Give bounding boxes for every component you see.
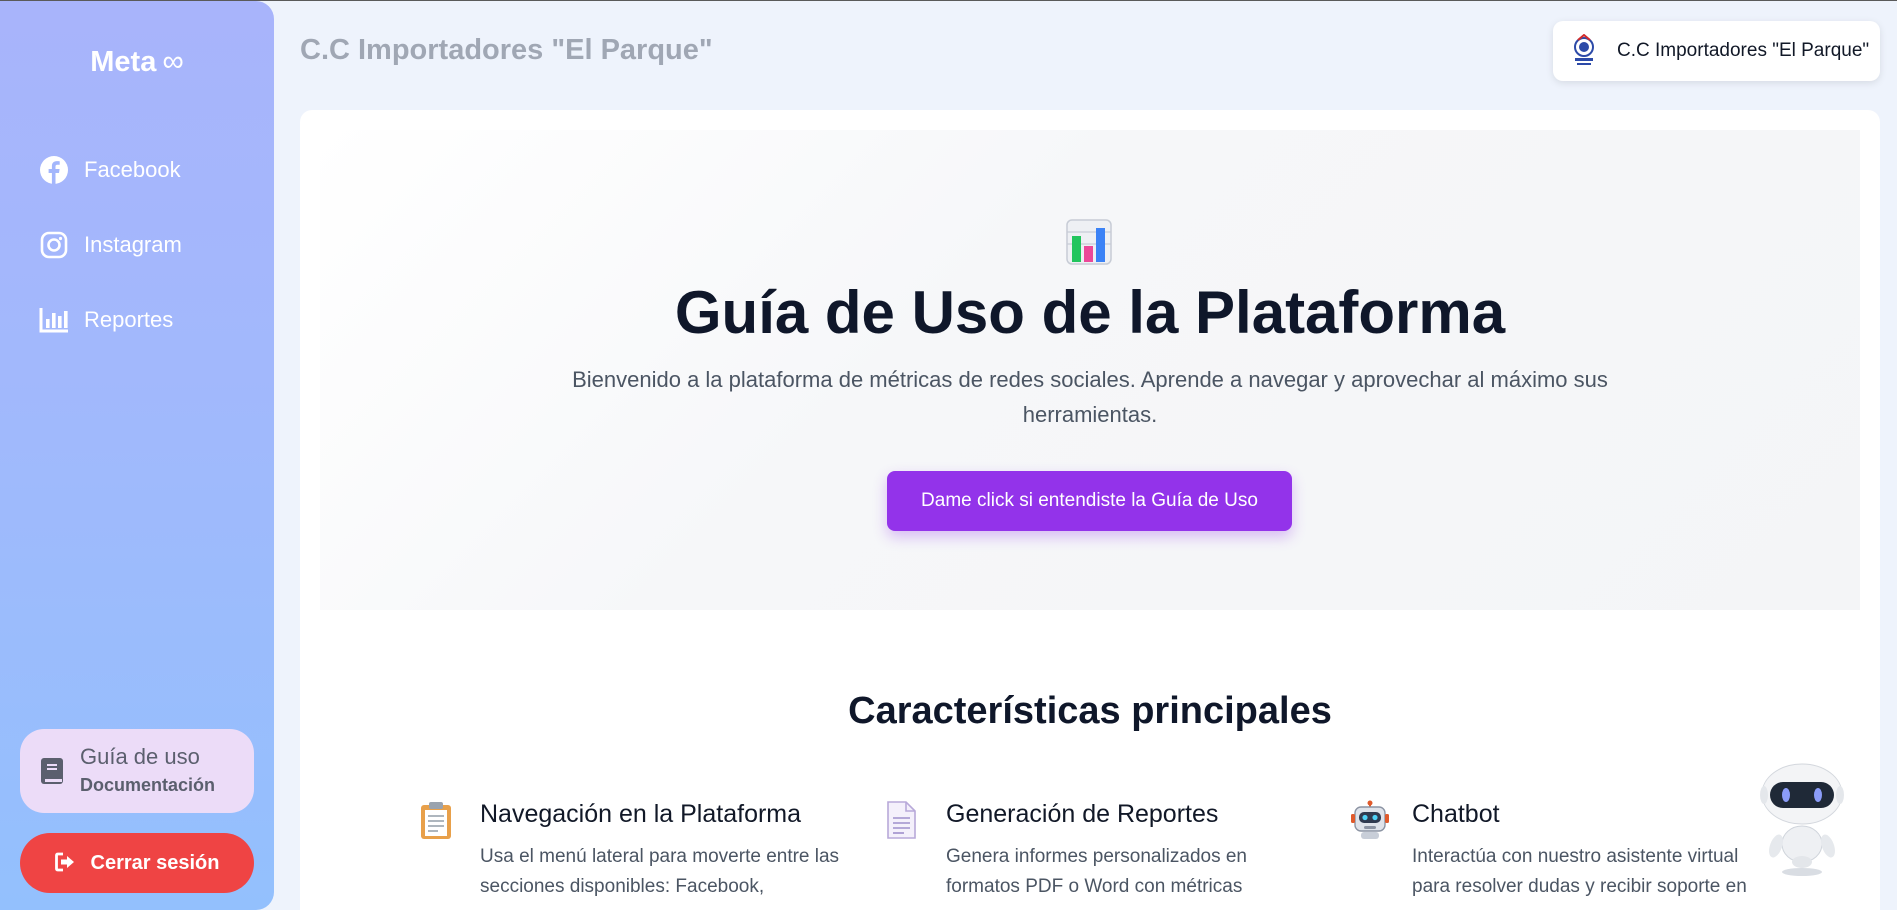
meta-infinity-icon: ∞: [162, 45, 184, 78]
feature-text: Genera informes personalizados en format…: [946, 846, 1248, 897]
clipboard-icon: [418, 800, 458, 840]
facebook-icon: [38, 154, 70, 186]
chatbot-robot-icon: [1760, 763, 1844, 876]
page-title: C.C Importadores "El Parque": [300, 34, 713, 66]
company-logo: [1567, 33, 1601, 68]
sidebar-item-label: Instagram: [84, 232, 182, 257]
company-selector[interactable]: C.C Importadores "El Parque": [1553, 21, 1880, 81]
bar-chart-icon: [38, 304, 70, 336]
feature-title: Generación de Reportes: [946, 800, 1219, 828]
sidebar-item-facebook[interactable]: Facebook: [38, 150, 258, 190]
bar-chart-emoji-icon: [1065, 218, 1113, 266]
hero-description: Bienvenido a la plataforma de métricas d…: [572, 367, 1608, 427]
chatbot-launcher[interactable]: [1752, 760, 1852, 878]
sign-out-icon: [54, 852, 77, 874]
logout-label: Cerrar sesión: [90, 851, 220, 874]
sidebar: Meta ∞ Facebook Instagram Reportes Guía …: [0, 1, 274, 910]
feature-text: Interactúa con nuestro asistente virtual…: [1412, 846, 1747, 897]
brand-name: Meta: [90, 46, 157, 78]
brand-logo[interactable]: Meta ∞: [0, 45, 274, 79]
document-icon: [884, 800, 924, 840]
sidebar-item-reportes[interactable]: Reportes: [38, 300, 258, 340]
sidebar-item-instagram[interactable]: Instagram: [38, 225, 258, 265]
instagram-icon: [38, 229, 70, 261]
logout-button[interactable]: Cerrar sesión: [20, 833, 254, 893]
feature-text: Usa el menú lateral para moverte entre l…: [480, 846, 840, 897]
book-icon: [40, 757, 66, 785]
hero-section: Guía de Uso de la Plataforma Bienvenido …: [320, 130, 1860, 610]
robot-icon: [1350, 800, 1390, 840]
guide-link[interactable]: Guía de uso Documentación: [20, 729, 254, 813]
features-title: Características principales: [848, 690, 1332, 732]
window-top-border: [0, 0, 1897, 1]
feature-title: Navegación en la Plataforma: [480, 800, 802, 828]
hero-title: Guía de Uso de la Plataforma: [674, 279, 1506, 346]
confirm-guide-button[interactable]: Dame click si entendiste la Guía de Uso: [887, 471, 1292, 531]
main-content: Guía de Uso de la Plataforma Bienvenido …: [300, 110, 1880, 910]
guide-subtitle: Documentación: [80, 775, 216, 795]
sidebar-item-label: Facebook: [84, 157, 181, 182]
company-name: C.C Importadores "El Parque": [1617, 40, 1870, 61]
sidebar-item-label: Reportes: [84, 307, 174, 332]
guide-title: Guía de uso: [80, 744, 200, 769]
feature-title: Chatbot: [1412, 800, 1500, 828]
